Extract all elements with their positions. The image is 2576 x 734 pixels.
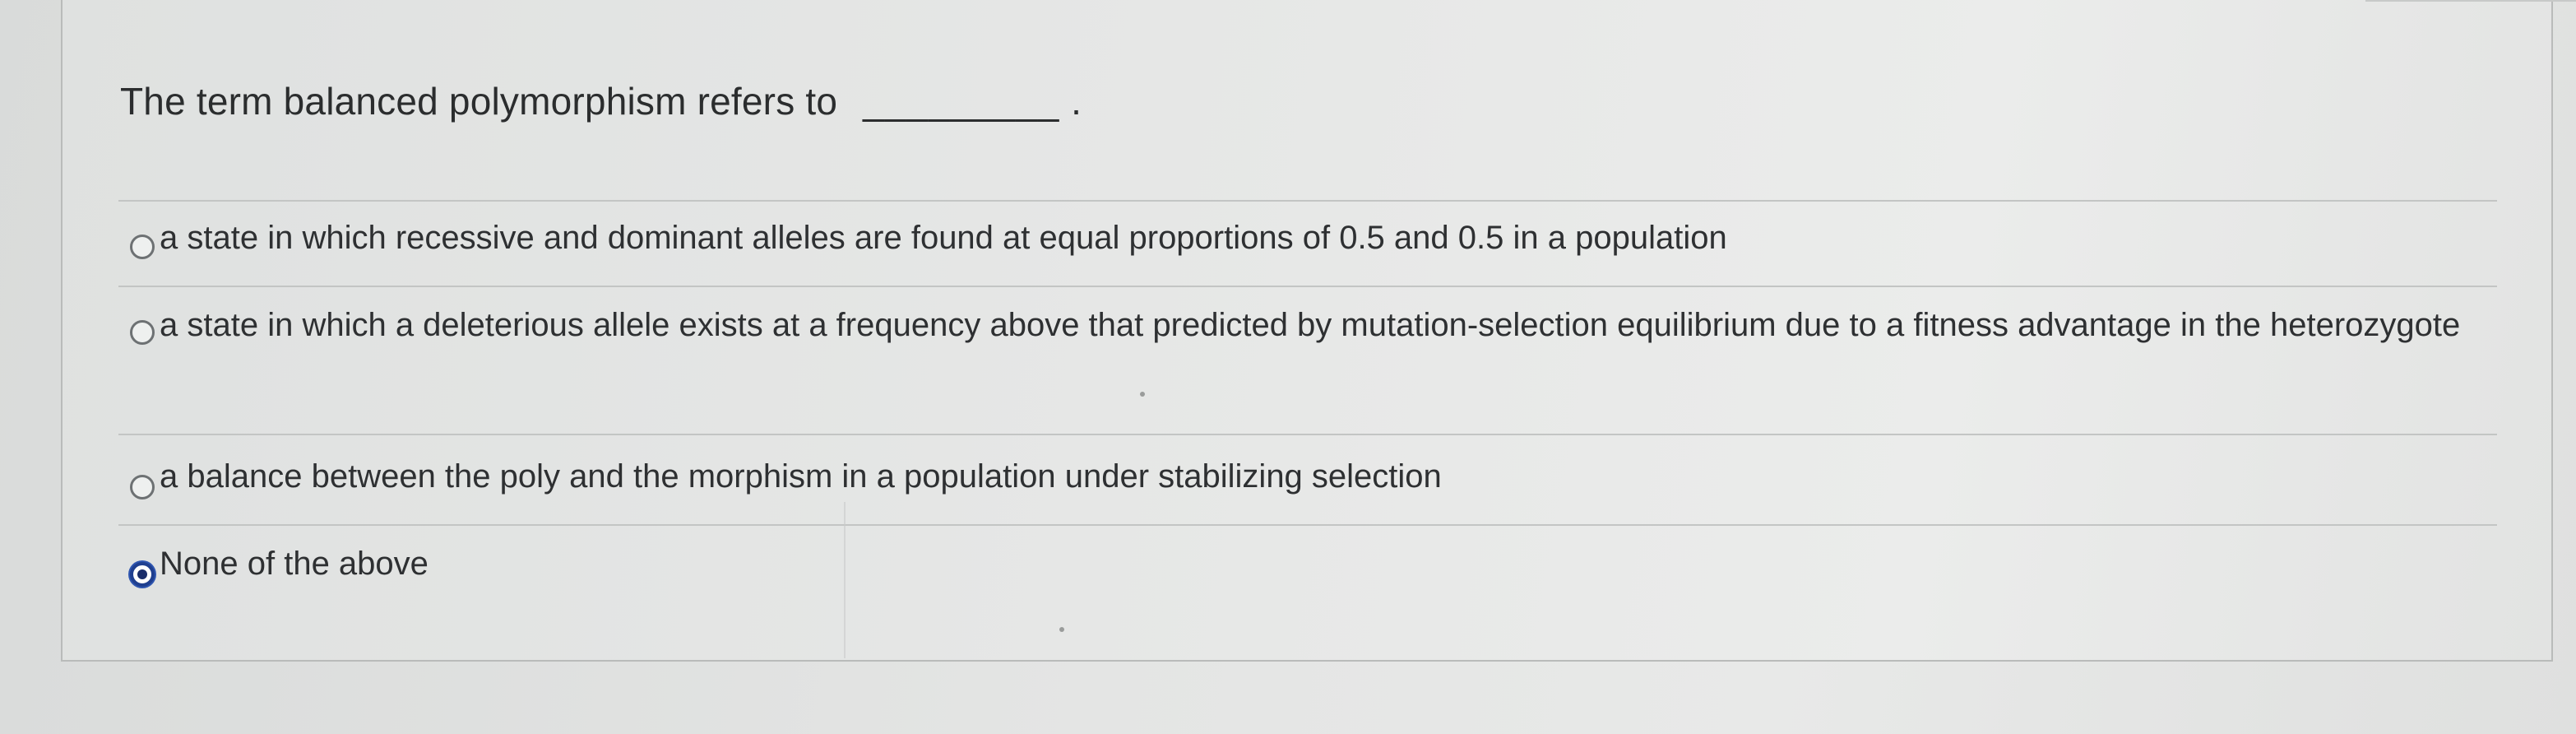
question-card: The term balanced polymorphism refers to… <box>61 0 2576 662</box>
card-top-divider <box>2365 0 2576 2</box>
answer-option-4[interactable]: None of the above <box>118 524 2497 615</box>
answer-option-label[interactable]: a state in which a deleterious allele ex… <box>160 297 2495 353</box>
quiz-page: The term balanced polymorphism refers to… <box>0 0 2576 734</box>
answer-options: a state in which recessive and dominant … <box>118 200 2497 615</box>
question-blank: _________ . <box>863 80 1082 123</box>
screen-speck <box>1140 392 1145 397</box>
radio-empty-icon[interactable] <box>130 475 155 499</box>
answer-option-label[interactable]: None of the above <box>160 536 2495 592</box>
question-prompt: The term balanced polymorphism refers to… <box>120 79 1082 123</box>
answer-option-label[interactable]: a balance between the poly and the morph… <box>160 448 2495 504</box>
radio-filled-icon[interactable] <box>130 562 155 587</box>
answer-option-2[interactable]: a state in which a deleterious allele ex… <box>118 286 2497 434</box>
answer-option-1[interactable]: a state in which recessive and dominant … <box>118 200 2497 286</box>
screen-speck <box>1059 627 1064 632</box>
screen-glare-line <box>844 502 846 658</box>
answer-option-label[interactable]: a state in which recessive and dominant … <box>160 210 2495 266</box>
radio-empty-icon[interactable] <box>130 320 155 345</box>
radio-empty-icon[interactable] <box>130 235 155 259</box>
question-text: The term balanced polymorphism refers to <box>120 80 838 123</box>
answer-option-3[interactable]: a balance between the poly and the morph… <box>118 434 2497 524</box>
